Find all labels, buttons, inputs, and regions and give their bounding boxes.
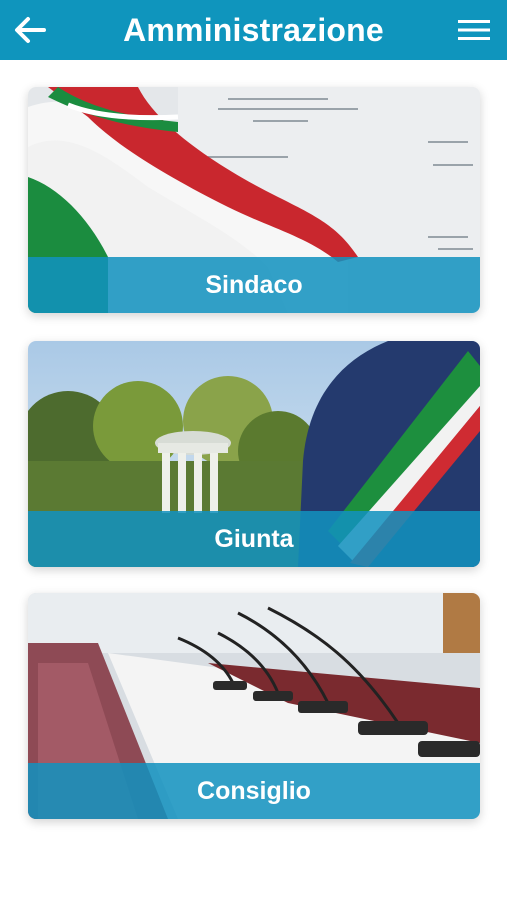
card-caption: Sindaco (28, 257, 480, 313)
card-consiglio[interactable]: Consiglio (28, 593, 480, 819)
card-label-sindaco: Sindaco (205, 270, 303, 299)
card-label-giunta: Giunta (214, 524, 294, 553)
menu-button[interactable] (455, 10, 495, 50)
arrow-left-icon (15, 17, 46, 43)
card-sindaco[interactable]: Sindaco (28, 87, 480, 313)
card-label-consiglio: Consiglio (197, 776, 311, 805)
card-caption: Consiglio (28, 763, 480, 819)
page-title: Amministrazione (123, 11, 384, 48)
hamburger-menu-icon (458, 20, 490, 40)
card-caption: Giunta (28, 511, 480, 567)
back-button[interactable] (8, 8, 52, 52)
card-giunta[interactable]: Giunta (28, 341, 480, 567)
screen: Amministrazione Sindaco Giunta Consiglio (0, 0, 507, 900)
app-bar: Amministrazione (0, 0, 507, 60)
